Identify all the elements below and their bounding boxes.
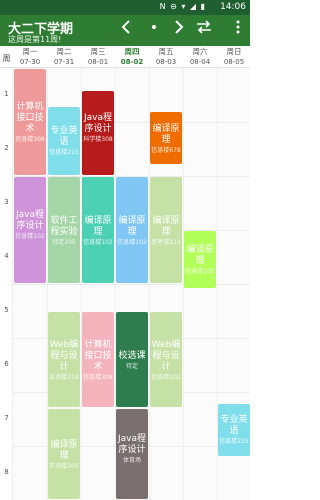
course-block[interactable]: 专业英语 信息楼215 — [218, 403, 250, 456]
course-block[interactable]: 编译原理 思考楼212 — [150, 177, 182, 283]
course-room: 信息楼215 — [49, 149, 79, 157]
schedule-grid: 12345678 计算机接口技术 信息楼308 专业英语 信息楼215 Java程序设计… — [0, 68, 250, 500]
course-name: 编译原理 — [118, 215, 146, 237]
day-date: 08-03 — [155, 58, 177, 66]
period-column — [0, 68, 13, 500]
course-block[interactable]: 计算机接口技术信息楼308 — [14, 69, 46, 175]
course-room: 体育场 — [122, 457, 141, 465]
course-room: 科学楼308 — [83, 135, 113, 143]
course-name: 编译原理 — [84, 215, 112, 237]
course-block[interactable]: 编译原理 信息楼678 — [150, 112, 182, 165]
day-name: 周五 — [158, 47, 174, 56]
app-bar: 大二下学期 这周是第11周! — [0, 15, 250, 46]
course-name: 编译原理 — [152, 215, 180, 237]
course-room: 信息楼678 — [151, 146, 181, 154]
course-block[interactable]: 专业英语 信息楼215 — [48, 106, 80, 175]
day-name: 周四 — [124, 47, 140, 56]
course-block[interactable]: Java程序设计信息楼102 — [14, 177, 46, 283]
course-room: 实验楼305 — [49, 462, 79, 470]
course-block[interactable]: 编译原理 信息楼102 — [184, 231, 216, 289]
course-room: 信息楼102 — [151, 373, 181, 381]
course-room: 实验楼319 — [49, 373, 79, 381]
course-name: Java程序设计 — [15, 210, 44, 231]
course-name: Web编程与设计 — [151, 339, 181, 372]
course-name: 编译原理 — [50, 439, 78, 461]
day-header: 周二 07-31 — [47, 46, 81, 68]
course-name: 专业英语 — [50, 126, 78, 148]
week-header: 周 周一 07-30 周二 07-31 周三 08-01 周四 08-02 周五 08-03 周六 0… — [0, 46, 250, 68]
day-header: 周三 08-01 — [81, 46, 115, 68]
course-block[interactable]: 校选课 待定 — [116, 312, 148, 408]
course-block[interactable]: Web编程与设计 信息楼102 — [150, 312, 182, 408]
period-number: 8 — [4, 468, 9, 476]
period-number: 6 — [4, 360, 9, 368]
day-date: 08-02 — [120, 58, 144, 66]
current-week-subtitle: 这周是第11周! — [8, 35, 62, 44]
course-block[interactable]: Java程序设计 体育场 — [116, 409, 148, 499]
status-time: 14:06 — [220, 2, 246, 12]
day-date: 07-30 — [19, 58, 41, 66]
status-indicators: N ⊖ ▾ ◢ ▮ — [159, 2, 206, 11]
period-number: 5 — [4, 306, 9, 314]
course-block[interactable]: 编译原理 实验楼305 — [48, 409, 80, 499]
course-name: Java程序设计 — [83, 112, 112, 134]
day-date: 08-04 — [189, 58, 211, 66]
chevron-left-icon[interactable] — [117, 20, 135, 38]
course-name: 计算机接口技术 — [16, 102, 44, 134]
more-vert-icon[interactable] — [229, 20, 247, 38]
day-header: 周六 08-04 — [183, 46, 217, 68]
course-name: 软件工程实验 — [50, 215, 78, 237]
course-room: 信息楼215 — [219, 438, 249, 446]
course-block[interactable]: 编译原理 信息楼102 — [82, 177, 114, 283]
course-room: 思考楼212 — [151, 238, 181, 246]
day-name: 周二 — [56, 47, 72, 56]
course-room: 信息楼308 — [83, 373, 113, 381]
course-room: 待定205 — [52, 238, 76, 246]
course-name: 专业英语 — [220, 415, 248, 437]
course-room: 信息楼102 — [83, 238, 113, 246]
course-room: 信息楼308 — [15, 136, 45, 143]
day-header: 周四 08-02 — [115, 46, 149, 68]
course-name: 编译原理 — [152, 123, 180, 145]
chevron-right-icon[interactable] — [170, 20, 188, 38]
course-block[interactable]: Web编程与设计 实验楼319 — [48, 312, 80, 408]
course-room: 待定 — [125, 362, 138, 370]
day-name: 周六 — [192, 47, 208, 56]
period-number: 3 — [4, 198, 9, 206]
course-room: 信息楼102 — [15, 233, 45, 240]
day-name: 周一 — [22, 47, 38, 56]
course-name: Web编程与设计 — [49, 339, 79, 372]
course-block[interactable]: 编译原理 信息楼102 — [116, 177, 148, 283]
day-header: 周日 08-05 — [217, 46, 251, 68]
period-number: 4 — [4, 252, 9, 260]
day-name: 周日 — [226, 47, 242, 56]
day-date: 08-05 — [223, 58, 245, 66]
course-name: Java程序设计 — [117, 434, 146, 456]
day-date: 08-01 — [87, 58, 109, 66]
week-corner-label: 周 — [2, 54, 11, 63]
day-date: 07-31 — [53, 58, 75, 66]
day-header: 周五 08-03 — [149, 46, 183, 68]
course-block[interactable]: 计算机接口技术 信息楼308 — [82, 312, 114, 408]
swap-icon[interactable] — [195, 20, 213, 38]
course-name: 校选课 — [118, 350, 146, 361]
period-number: 2 — [4, 144, 9, 152]
status-bar: N ⊖ ▾ ◢ ▮ 14:06 — [0, 0, 250, 15]
course-room: 信息楼102 — [185, 268, 215, 276]
course-block[interactable]: Java程序设计 科学楼308 — [82, 90, 114, 175]
dot-icon[interactable] — [145, 20, 163, 38]
course-block[interactable]: 软件工程实验 待定205 — [48, 177, 80, 283]
period-number: 7 — [4, 414, 9, 422]
day-name: 周三 — [90, 47, 106, 56]
day-header: 周一 07-30 — [13, 46, 47, 68]
course-name: 计算机接口技术 — [84, 339, 112, 372]
course-name: 编译原理 — [186, 245, 214, 267]
period-number: 1 — [4, 90, 9, 98]
course-room: 信息楼102 — [117, 238, 147, 246]
